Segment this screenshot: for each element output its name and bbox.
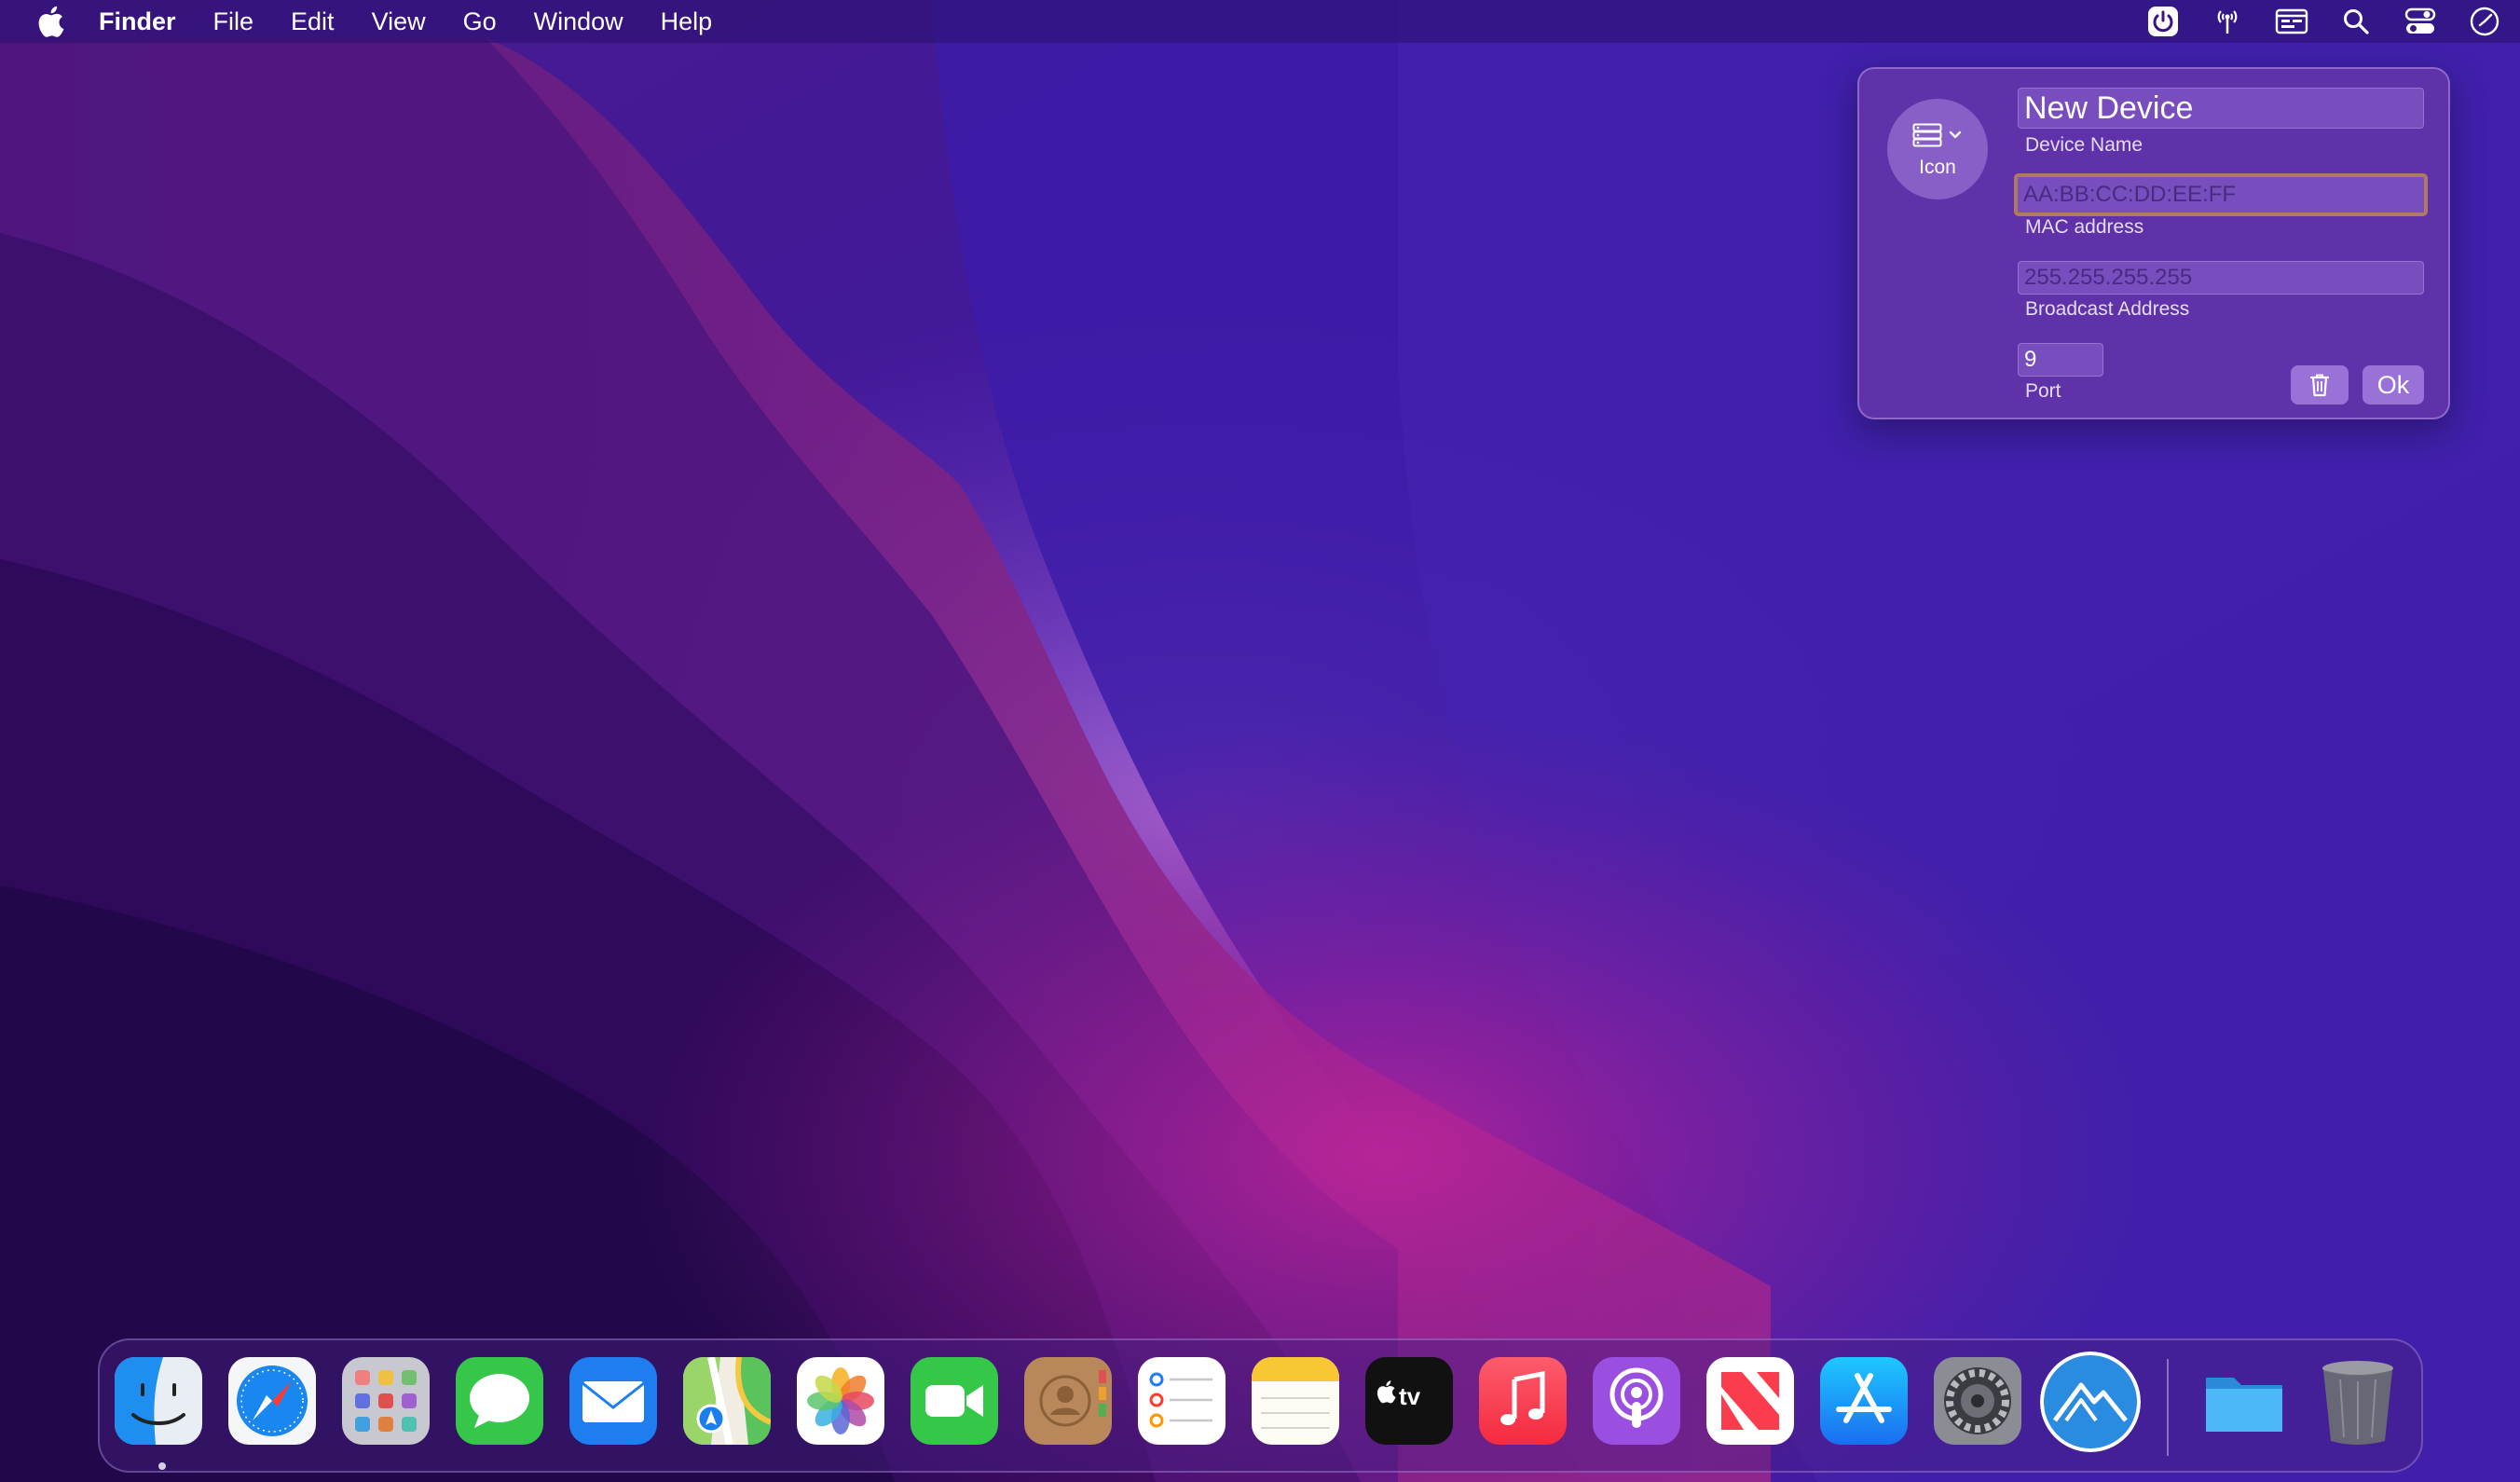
chevron-down-icon [1949, 130, 1962, 139]
menu-edit[interactable]: Edit [291, 7, 335, 36]
podcasts-icon[interactable] [1593, 1357, 1680, 1445]
menu-go[interactable]: Go [463, 7, 497, 36]
finder-running-indicator [158, 1462, 166, 1470]
mac-address-input[interactable] [2014, 173, 2428, 216]
new-device-popover: Icon Device Name MAC address Broadcast A… [1857, 67, 2450, 419]
menu-view[interactable]: View [372, 7, 426, 36]
tv-label: tv [1399, 1382, 1421, 1410]
news-icon[interactable] [1706, 1357, 1794, 1445]
menu-help[interactable]: Help [661, 7, 713, 36]
device-name-input[interactable] [2018, 88, 2424, 129]
control-center-icon[interactable] [2402, 3, 2439, 40]
port-input[interactable] [2018, 343, 2103, 377]
status-area [2144, 0, 2520, 43]
device-name-label: Device Name [2025, 134, 2143, 156]
messages-icon[interactable] [456, 1357, 543, 1445]
system-preferences-icon[interactable] [1934, 1357, 2021, 1445]
server-icon [1912, 123, 1942, 147]
menu-bar: Finder File Edit View Go Window Help [0, 0, 2520, 43]
network-antenna-icon[interactable] [2209, 3, 2246, 40]
menu-file[interactable]: File [213, 7, 254, 36]
device-icon-picker[interactable]: Icon [1887, 99, 1988, 199]
menu-app-name[interactable]: Finder [99, 7, 176, 36]
notes-icon[interactable] [1252, 1357, 1339, 1445]
search-icon[interactable] [2337, 3, 2375, 40]
trash-bin-icon[interactable] [2314, 1357, 2402, 1445]
app-store-icon[interactable] [1820, 1357, 1908, 1445]
facetime-icon[interactable] [911, 1357, 998, 1445]
menu-window[interactable]: Window [534, 7, 623, 36]
trash-icon [2309, 374, 2330, 397]
safari-icon[interactable] [228, 1357, 316, 1445]
display-window-icon[interactable] [2273, 3, 2310, 40]
apple-tv-icon[interactable]: tv [1365, 1357, 1453, 1445]
clock-icon[interactable] [2466, 3, 2503, 40]
launchpad-icon[interactable] [342, 1357, 430, 1445]
finder-icon[interactable] [115, 1357, 202, 1445]
port-label: Port [2025, 380, 2061, 402]
mail-icon[interactable] [569, 1357, 657, 1445]
dock: tv [98, 1338, 2423, 1473]
broadcast-address-input[interactable] [2018, 261, 2424, 295]
dock-separator [2167, 1359, 2169, 1456]
music-icon[interactable] [1479, 1357, 1567, 1445]
delete-device-button[interactable] [2291, 365, 2349, 405]
icon-picker-label: Icon [1919, 157, 1956, 178]
maps-icon[interactable] [683, 1357, 771, 1445]
apple-logo-icon[interactable] [35, 6, 65, 37]
wake-power-icon[interactable] [2144, 3, 2182, 40]
downloads-folder-icon[interactable] [2200, 1357, 2288, 1445]
mountain-logo-icon[interactable] [2040, 1352, 2141, 1452]
reminders-icon[interactable] [1138, 1357, 1226, 1445]
broadcast-address-label: Broadcast Address [2025, 298, 2190, 320]
ok-button[interactable]: Ok [2362, 365, 2424, 405]
photos-icon[interactable] [797, 1357, 884, 1445]
contacts-icon[interactable] [1024, 1357, 1112, 1445]
mac-address-label: MAC address [2025, 216, 2144, 238]
